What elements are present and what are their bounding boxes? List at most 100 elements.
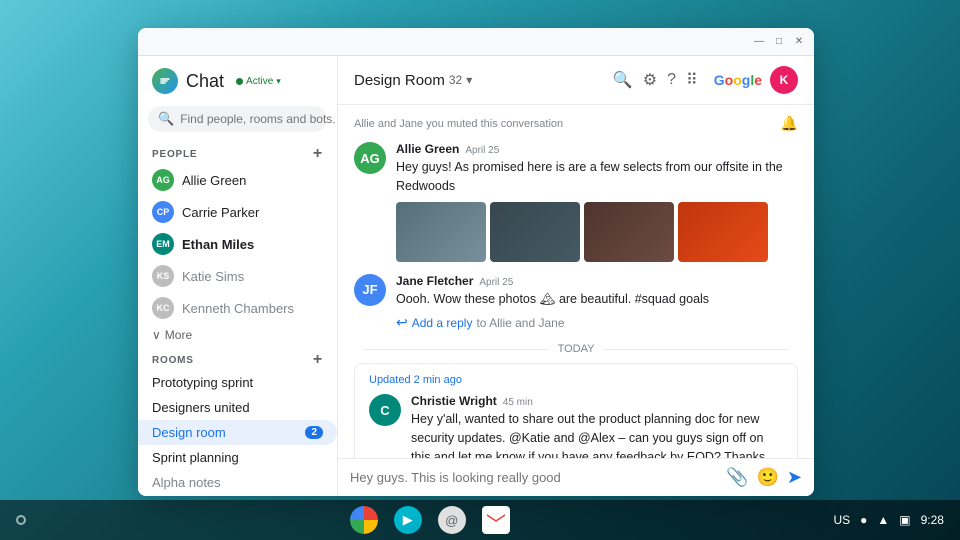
message-author: Christie Wright xyxy=(411,394,497,408)
message-text: Hey guys! As promised here is are a few … xyxy=(396,158,798,196)
person-name: Ethan Miles xyxy=(182,237,254,252)
window-controls: — □ ✕ xyxy=(752,35,806,49)
sidebar-item-allie-green[interactable]: AG Allie Green xyxy=(138,164,337,196)
message-content: Jane Fletcher April 25 Oooh. Wow these p… xyxy=(396,274,798,332)
attach-icon[interactable]: 📎 xyxy=(726,467,748,488)
sidebar-item-carrie-parker[interactable]: CP Carrie Parker xyxy=(138,196,337,228)
google-logo: Google xyxy=(714,72,762,88)
sidebar-item-design-room[interactable]: Design room 2 xyxy=(138,420,337,445)
avatar-ethan: EM xyxy=(152,233,174,255)
room-title: Design Room 32 ▾ xyxy=(354,72,605,89)
add-person-button[interactable]: + xyxy=(313,146,323,162)
image-strip xyxy=(396,202,798,262)
active-badge: Active ▾ xyxy=(236,76,281,87)
gmail-app[interactable] xyxy=(482,506,510,534)
reply-link[interactable]: ↩ Add a reply to Allie and Jane xyxy=(396,314,798,331)
battery-icon: ▣ xyxy=(899,513,910,527)
user-avatar-header[interactable]: K xyxy=(770,66,798,94)
updated-box: Updated 2 min ago C Christie Wright 45 m… xyxy=(354,363,798,458)
search-header-icon[interactable]: 🔍 xyxy=(613,70,633,90)
search-bar: 🔍 xyxy=(148,106,327,132)
person-name: Katie Sims xyxy=(182,269,244,284)
help-header-icon[interactable]: ? xyxy=(667,71,676,89)
sidebar-item-designers-united[interactable]: Designers united xyxy=(138,395,337,420)
unread-badge: 2 xyxy=(305,426,323,439)
main-layout: Chat Active ▾ 🔍 PEOPLE + AG Allie Green xyxy=(138,56,814,496)
wifi-icon: ▲ xyxy=(877,513,889,527)
emoji-icon[interactable]: 🙂 xyxy=(756,467,778,488)
muted-notice: Allie and Jane you muted this conversati… xyxy=(354,115,798,132)
message-group: C Christie Wright 45 min Hey y'all, want… xyxy=(369,394,783,458)
updated-label: Updated 2 min ago xyxy=(369,374,783,386)
taskbar-right: US ● ▲ ▣ 9:28 xyxy=(833,513,944,527)
message-group: AG Allie Green April 25 Hey guys! As pro… xyxy=(354,142,798,262)
person-name: Allie Green xyxy=(182,173,246,188)
email-app[interactable]: @ xyxy=(438,506,466,534)
avatar: AG xyxy=(354,142,386,174)
message-group: JF Jane Fletcher April 25 Oooh. Wow thes… xyxy=(354,274,798,332)
sidebar-header: Chat Active ▾ xyxy=(138,56,337,102)
avatar: C xyxy=(369,394,401,426)
reply-icon: ↩ xyxy=(396,314,408,331)
rooms-more-button[interactable]: ∨ More xyxy=(138,495,337,496)
message-meta: Christie Wright 45 min xyxy=(411,394,783,408)
settings-header-icon[interactable]: ⚙ xyxy=(643,70,657,90)
chrome-app[interactable] xyxy=(350,506,378,534)
reply-to-text: to Allie and Jane xyxy=(476,316,564,330)
sidebar-item-sprint-planning[interactable]: Sprint planning xyxy=(138,445,337,470)
image-thumbnail[interactable] xyxy=(490,202,580,262)
avatar-kenneth: KC xyxy=(152,297,174,319)
apps-header-icon[interactable]: ⠿ xyxy=(686,70,698,90)
sidebar: Chat Active ▾ 🔍 PEOPLE + AG Allie Green xyxy=(138,56,338,496)
message-time: April 25 xyxy=(479,277,513,288)
taskbar: ▶ @ US ● ▲ ▣ 9:28 xyxy=(0,500,960,540)
dropdown-icon[interactable]: ▾ xyxy=(466,73,472,87)
minimize-button[interactable]: — xyxy=(752,35,766,49)
avatar-allie: AG xyxy=(152,169,174,191)
people-section-label: PEOPLE + xyxy=(138,140,337,164)
taskbar-center: ▶ @ xyxy=(350,506,510,534)
maximize-button[interactable]: □ xyxy=(772,35,786,49)
title-bar: — □ ✕ xyxy=(138,28,814,56)
close-button[interactable]: ✕ xyxy=(792,35,806,49)
mute-icon: 🔔 xyxy=(781,115,798,132)
chat-area: Design Room 32 ▾ 🔍 ⚙ ? ⠿ Google K xyxy=(338,56,814,496)
active-chevron[interactable]: ▾ xyxy=(276,76,281,87)
people-more-button[interactable]: ∨ More xyxy=(138,324,337,346)
message-content: Christie Wright 45 min Hey y'all, wanted… xyxy=(411,394,783,458)
person-name: Kenneth Chambers xyxy=(182,301,294,316)
taskbar-left xyxy=(16,515,26,525)
message-time: 45 min xyxy=(503,397,533,408)
sidebar-item-katie-sims[interactable]: KS Katie Sims xyxy=(138,260,337,292)
message-text: Oooh. Wow these photos 🏔 are beautiful. … xyxy=(396,290,798,309)
add-room-button[interactable]: + xyxy=(313,352,323,368)
room-name: Sprint planning xyxy=(152,450,239,465)
image-thumbnail[interactable] xyxy=(678,202,768,262)
header-icons: 🔍 ⚙ ? ⠿ xyxy=(613,70,698,90)
sidebar-item-ethan-miles[interactable]: EM Ethan Miles xyxy=(138,228,337,260)
chevron-down-icon: ∨ xyxy=(152,328,161,342)
play-store-app[interactable]: ▶ xyxy=(394,506,422,534)
reply-text: Add a reply xyxy=(412,316,473,330)
launcher-button[interactable] xyxy=(16,515,26,525)
sidebar-item-kenneth-chambers[interactable]: KC Kenneth Chambers xyxy=(138,292,337,324)
sidebar-item-alpha-notes[interactable]: Alpha notes xyxy=(138,470,337,495)
room-name: Designers united xyxy=(152,400,250,415)
sidebar-item-prototyping-sprint[interactable]: Prototyping sprint xyxy=(138,370,337,395)
locale-indicator: US xyxy=(833,513,850,527)
input-area: 📎 🙂 ➤ xyxy=(338,458,814,496)
send-button[interactable]: ➤ xyxy=(787,467,802,488)
rooms-section-label: ROOMS + xyxy=(138,346,337,370)
messages-area[interactable]: Allie and Jane you muted this conversati… xyxy=(338,105,814,458)
person-name: Carrie Parker xyxy=(182,205,259,220)
message-author: Jane Fletcher xyxy=(396,274,473,288)
search-input[interactable] xyxy=(180,112,335,126)
day-divider: TODAY xyxy=(354,343,798,355)
message-author: Allie Green xyxy=(396,142,459,156)
image-thumbnail[interactable] xyxy=(396,202,486,262)
room-name: Prototyping sprint xyxy=(152,375,253,390)
message-input[interactable] xyxy=(350,470,718,485)
chat-header: Design Room 32 ▾ 🔍 ⚙ ? ⠿ Google K xyxy=(338,56,814,105)
message-text: Hey y'all, wanted to share out the produ… xyxy=(411,410,783,458)
image-thumbnail[interactable] xyxy=(584,202,674,262)
